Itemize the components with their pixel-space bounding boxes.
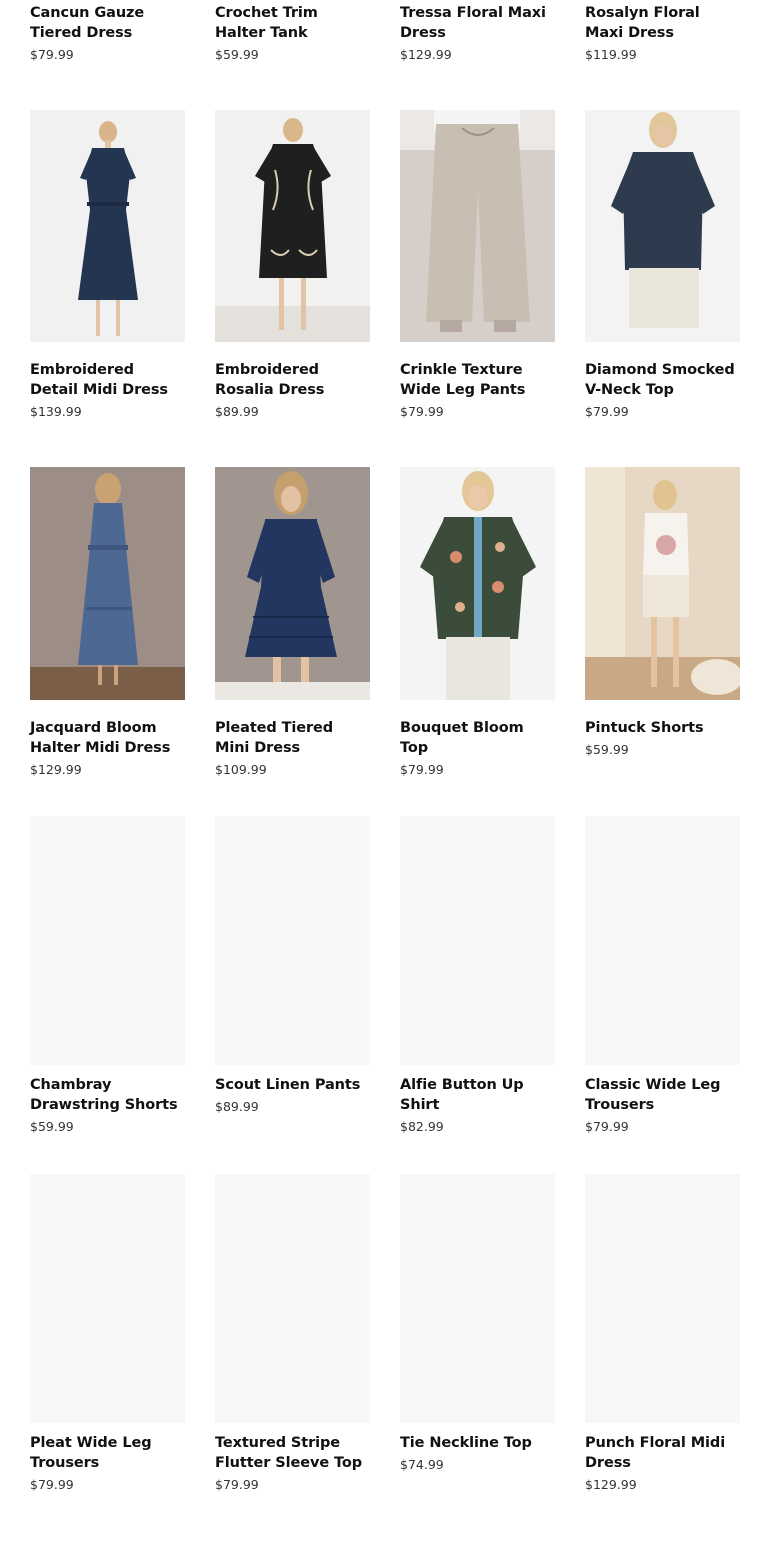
product-title[interactable]: Pleat Wide Leg Trousers [30,1433,185,1473]
product-price: $79.99 [30,47,74,62]
product-price: $79.99 [400,404,444,419]
product-card[interactable]: Chambray Drawstring Shorts $59.99 [30,816,185,1135]
product-price: $139.99 [30,404,82,419]
product-title[interactable]: Chambray Drawstring Shorts [30,1075,185,1115]
product-price: $79.99 [585,404,629,419]
product-title[interactable]: Jacquard Bloom Halter Midi Dress [30,718,185,758]
product-image-placeholder[interactable] [400,1174,555,1423]
product-price: $129.99 [585,1477,637,1492]
beige-wide-leg-pants-photo [400,110,555,342]
product-image-placeholder[interactable] [585,816,740,1065]
product-title[interactable]: Punch Floral Midi Dress [585,1433,740,1473]
product-image[interactable] [30,467,185,700]
navy-pleated-mini-dress-photo [215,467,370,700]
product-price: $82.99 [400,1119,444,1134]
product-card[interactable]: Tressa Floral Maxi Dress $129.99 [400,3,555,63]
product-card[interactable]: Tie Neckline Top $74.99 [400,1174,555,1473]
product-image[interactable] [30,110,185,342]
product-title[interactable]: Crochet Trim Halter Tank [215,3,370,43]
product-card[interactable]: Pleat Wide Leg Trousers $79.99 [30,1174,185,1493]
product-title[interactable]: Tressa Floral Maxi Dress [400,3,555,43]
product-price: $79.99 [215,1477,259,1492]
product-price: $89.99 [215,404,259,419]
product-price: $129.99 [400,47,452,62]
product-title[interactable]: Diamond Smocked V-Neck Top [585,360,740,400]
product-image-placeholder[interactable] [400,816,555,1065]
green-floral-top-photo [400,467,555,700]
product-card[interactable]: Textured Stripe Flutter Sleeve Top $79.9… [215,1174,370,1493]
product-price: $59.99 [215,47,259,62]
product-price: $79.99 [400,762,444,777]
product-price: $119.99 [585,47,637,62]
product-price: $74.99 [400,1457,444,1472]
product-price: $89.99 [215,1099,259,1114]
product-title[interactable]: Classic Wide Leg Trousers [585,1075,740,1115]
product-title[interactable]: Pintuck Shorts [585,718,740,738]
product-image[interactable] [400,467,555,700]
product-price: $79.99 [585,1119,629,1134]
product-card[interactable]: Scout Linen Pants $89.99 [215,816,370,1115]
product-price: $79.99 [30,1477,74,1492]
product-title[interactable]: Alfie Button Up Shirt [400,1075,555,1115]
product-image[interactable] [215,110,370,342]
product-title[interactable]: Scout Linen Pants [215,1075,370,1095]
product-title[interactable]: Crinkle Texture Wide Leg Pants [400,360,555,400]
product-title[interactable]: Pleated Tiered Mini Dress [215,718,370,758]
product-card[interactable]: Pleated Tiered Mini Dress $109.99 [215,467,370,778]
product-image-placeholder[interactable] [30,1174,185,1423]
product-image-placeholder[interactable] [215,1174,370,1423]
navy-smocked-top-photo [585,110,740,342]
product-title[interactable]: Embroidered Rosalia Dress [215,360,370,400]
product-title[interactable]: Embroidered Detail Midi Dress [30,360,185,400]
product-card[interactable]: Embroidered Rosalia Dress $89.99 [215,110,370,420]
product-card[interactable]: Embroidered Detail Midi Dress $139.99 [30,110,185,420]
blue-halter-midi-dress-photo [30,467,185,700]
product-title[interactable]: Bouquet Bloom Top [400,718,555,758]
product-price: $59.99 [30,1119,74,1134]
product-image[interactable] [400,110,555,342]
product-title[interactable]: Rosalyn Floral Maxi Dress [585,3,740,43]
product-card[interactable]: Alfie Button Up Shirt $82.99 [400,816,555,1135]
product-price: $129.99 [30,762,82,777]
product-image-placeholder[interactable] [215,816,370,1065]
product-image[interactable] [585,110,740,342]
product-price: $109.99 [215,762,267,777]
product-card[interactable]: Punch Floral Midi Dress $129.99 [585,1174,740,1493]
cream-shorts-photo [585,467,740,700]
product-price: $59.99 [585,742,629,757]
product-card[interactable]: Diamond Smocked V-Neck Top $79.99 [585,110,740,420]
black-embroidered-dress-photo [215,110,370,342]
product-card[interactable]: Crochet Trim Halter Tank $59.99 [215,3,370,63]
product-image-placeholder[interactable] [30,816,185,1065]
product-card[interactable]: Pintuck Shorts $59.99 [585,467,740,758]
product-card[interactable]: Cancun Gauze Tiered Dress $79.99 [30,3,185,63]
product-image-placeholder[interactable] [585,1174,740,1423]
product-card[interactable]: Rosalyn Floral Maxi Dress $119.99 [585,3,740,63]
product-card[interactable]: Crinkle Texture Wide Leg Pants $79.99 [400,110,555,420]
product-card[interactable]: Classic Wide Leg Trousers $79.99 [585,816,740,1135]
product-card[interactable]: Bouquet Bloom Top $79.99 [400,467,555,778]
product-image[interactable] [585,467,740,700]
product-card[interactable]: Jacquard Bloom Halter Midi Dress $129.99 [30,467,185,778]
product-image[interactable] [215,467,370,700]
product-title[interactable]: Textured Stripe Flutter Sleeve Top [215,1433,370,1473]
navy-midi-dress-photo [30,110,185,342]
product-title[interactable]: Cancun Gauze Tiered Dress [30,3,185,43]
product-title[interactable]: Tie Neckline Top [400,1433,555,1453]
